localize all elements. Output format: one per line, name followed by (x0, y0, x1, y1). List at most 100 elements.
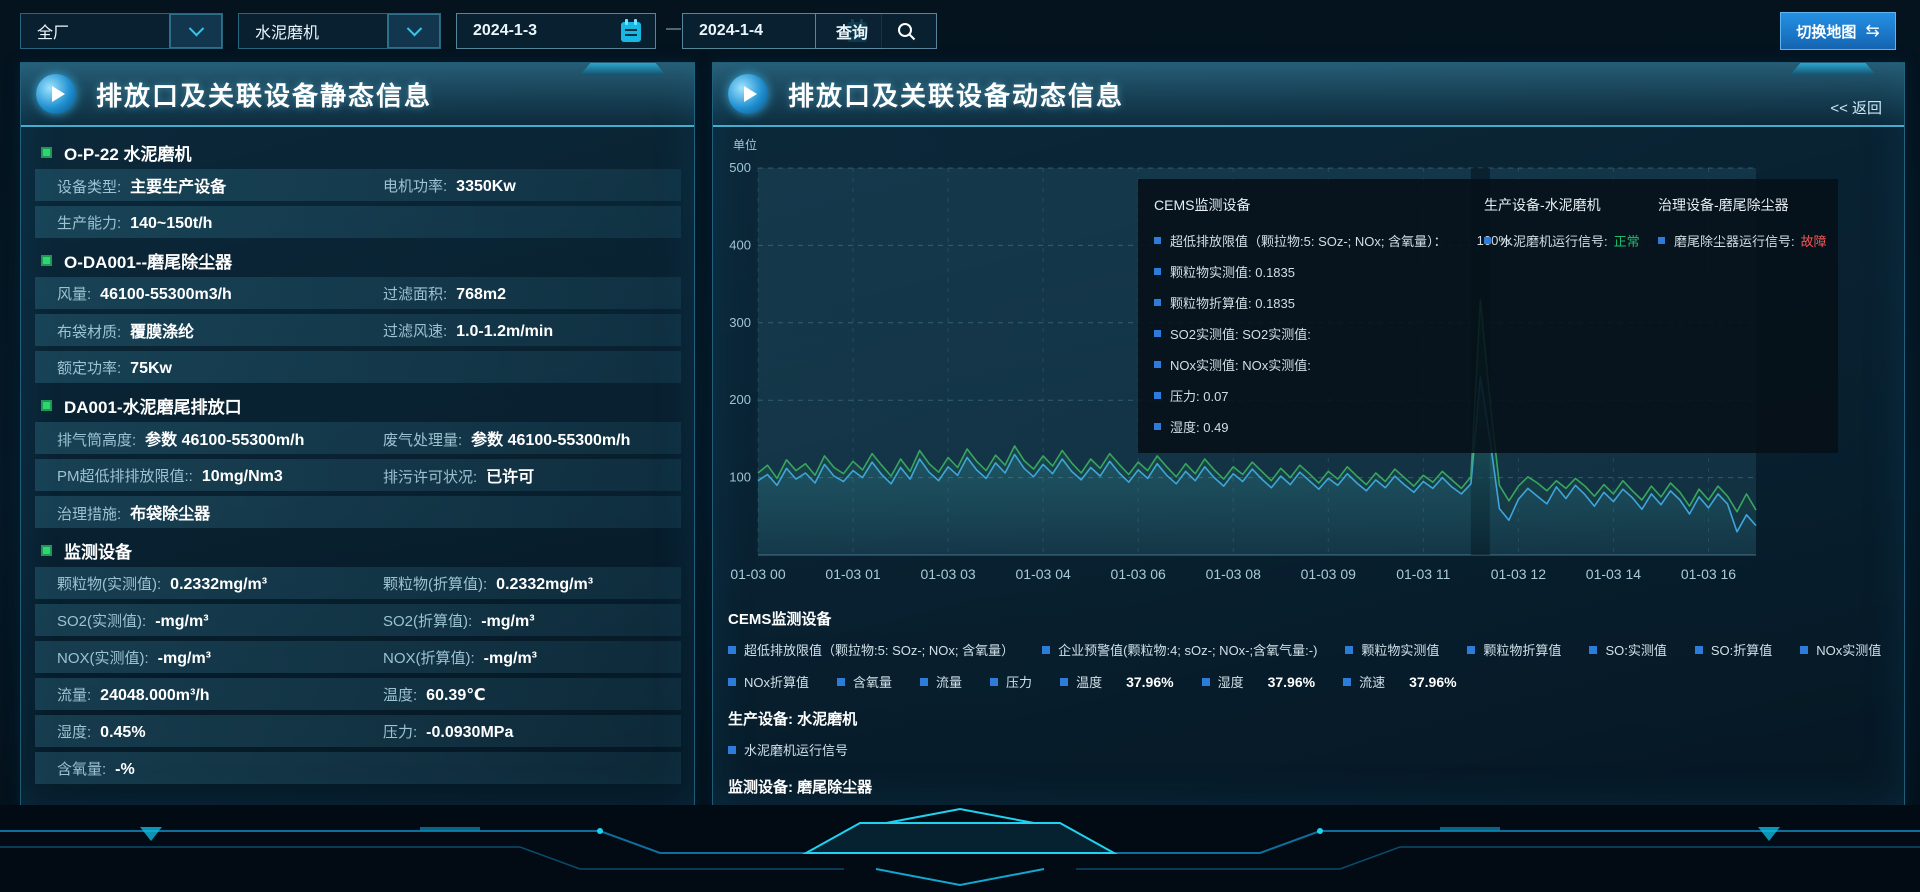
tooltip-treatment-column-title: 治理设备-磨尾除尘器 (1658, 195, 1827, 215)
blue-square-icon (1467, 646, 1475, 654)
section-header: DA001-水泥磨尾排放口 (35, 388, 681, 422)
x-axis-tick: 01-03 09 (1301, 566, 1356, 582)
device-select[interactable]: 水泥磨机 (238, 13, 441, 49)
legend-item[interactable]: 企业预警值(颗粒物:4; sOz-; NOx-;含氧气量:-) (1042, 640, 1317, 659)
green-square-icon (41, 545, 52, 556)
legend-item-label: 颗粒物实测值 (1361, 640, 1439, 659)
back-link[interactable]: << 返回 (1830, 97, 1882, 118)
query-button[interactable]: 查询 (815, 13, 937, 49)
green-square-icon (41, 147, 52, 158)
field: 治理措施:布袋除尘器 (57, 500, 383, 524)
field: NOX(实测值): -mg/m³ (57, 647, 383, 668)
field-label: SO2(折算值): (383, 610, 472, 631)
legend-item[interactable]: 颗粒物实测值 (1345, 640, 1439, 659)
green-square-icon (41, 255, 52, 266)
field: 电机功率: 3350Kw (383, 175, 516, 196)
tooltip-row: 水泥磨机运行信号: 正常 (1484, 231, 1640, 250)
legend-item[interactable]: 流速 37.96% (1343, 672, 1457, 691)
legend-item-label: SO:折算值 (1711, 640, 1772, 659)
table-row: PM超低排排放限值::10mg/Nm3排污许可状况:已许可 (35, 459, 681, 491)
blue-square-icon (1484, 237, 1491, 244)
field-label: 电机功率: (383, 175, 447, 196)
field-label: 排气筒高度: (57, 429, 136, 450)
tooltip-row: 压力: 0.07 (1154, 386, 1510, 405)
static-panel-header: 排放口及关联设备静态信息 (21, 63, 694, 127)
date-range-separator: — (666, 20, 681, 37)
field: SO2(折算值):-mg/m³ (383, 610, 535, 631)
legend-item[interactable]: 含氧量 (837, 672, 892, 691)
table-row: 湿度:0.45%压力:-0.0930MPa (35, 715, 681, 747)
plant-select[interactable]: 全厂 (20, 13, 223, 49)
field-value: 参数 46100-55300m/h (145, 426, 304, 450)
panel-tab-decoration (580, 63, 666, 75)
field: 流量:24048.000m³/h (57, 684, 383, 705)
legend-item-value: 37.96% (1409, 674, 1456, 690)
plant-select-dropdown-button[interactable] (169, 14, 222, 48)
legend-item[interactable]: 温度37.96% (1060, 672, 1174, 691)
blue-square-icon (1154, 268, 1161, 275)
field: 额定功率:75Kw (57, 357, 383, 378)
blue-square-icon (728, 746, 736, 754)
start-date-input[interactable]: 2024-1-3 (456, 13, 656, 49)
field: 风量:46100-55300m3/h (57, 283, 383, 304)
field-value: -0.0930MPa (426, 724, 513, 742)
field-label: PM超低排排放限值:: (57, 465, 193, 486)
play-badge-icon (728, 74, 768, 114)
start-date-value: 2024-1-3 (473, 22, 537, 40)
legend-item[interactable]: 超低排放限值（颗拉物:5: SOz-; NOx; 含氧量） (728, 640, 1014, 659)
legend-item-label: 压力 (1006, 672, 1032, 691)
legend-item[interactable]: 湿度 37.96% (1202, 672, 1316, 691)
table-row: 布袋材质:覆膜涤纶过滤风速:1.0-1.2m/min (35, 314, 681, 346)
legend-item[interactable]: 压力 (990, 672, 1032, 691)
legend-item-label: 温度 (1076, 672, 1102, 691)
field: 排污许可状况:已许可 (383, 463, 534, 487)
legend-item[interactable]: NOx折算值 (728, 672, 809, 691)
field-label: 治理措施: (57, 503, 121, 524)
blue-square-icon (837, 678, 845, 686)
blue-square-icon (1658, 237, 1665, 244)
legend-item[interactable]: SO:实测值 (1589, 640, 1666, 659)
field-label: 过滤风速: (383, 320, 447, 341)
blue-square-icon (728, 678, 736, 686)
field-value: 0.45% (100, 724, 145, 742)
x-axis-tick: 01-03 06 (1111, 566, 1166, 582)
legend-item[interactable]: SO:折算值 (1695, 640, 1772, 659)
field-value: 75Kw (130, 360, 172, 378)
legend-item[interactable]: NOx实测值 (1800, 640, 1881, 659)
legend-monitor-title: 监测设备: 磨尾除尘器 (728, 776, 1898, 797)
section-header-label: O-P-22 水泥磨机 (64, 140, 192, 165)
tooltip-row: 磨尾除尘器运行信号: 故障 (1658, 231, 1827, 250)
device-select-dropdown-button[interactable] (387, 14, 440, 48)
legend-item-label: 湿度 (1218, 672, 1244, 691)
x-axis-tick: 01-03 04 (1016, 566, 1071, 582)
field-label: 布袋材质: (57, 321, 121, 342)
legend-item-label: 流速 (1359, 672, 1385, 691)
legend-row-1: 超低排放限值（颗拉物:5: SOz-; NOx; 含氧量） 企业预警值(颗粒物:4… (728, 640, 1898, 659)
tooltip-row: 超低排放限值（颗拉物:5: SOz-; NOx; 含氧量）：100% (1154, 231, 1510, 250)
x-axis-tick: 01-03 01 (825, 566, 880, 582)
y-axis-tick: 300 (729, 315, 751, 330)
legend-item-value: 37.96% (1268, 674, 1315, 690)
switch-map-button[interactable]: 切换地图 ⇆ (1780, 12, 1896, 50)
field-value: 140~150t/h (130, 215, 212, 233)
field-value: -mg/m³ (158, 650, 211, 668)
tooltip-row-label: 颗粒物折算值: 0.1835 (1170, 293, 1295, 312)
section-header: 监测设备 (35, 533, 681, 567)
field: 颗粒物(实测值):0.2332mg/m³ (57, 573, 383, 594)
legend-item[interactable]: 流量 (920, 672, 962, 691)
field: 生产能力:140~150t/h (57, 212, 383, 233)
field-label: NOX(实测值): (57, 647, 149, 668)
field-value: -mg/m³ (484, 650, 537, 668)
legend-item[interactable]: 水泥磨机运行信号 (728, 740, 848, 759)
field-label: 风量: (57, 283, 91, 304)
field-label: 废气处理量: (383, 429, 462, 450)
table-row: 设备类型:主要生产设备电机功率:3350Kw (35, 169, 681, 201)
blue-square-icon (1154, 237, 1161, 244)
field-value: 768m2 (456, 286, 506, 304)
legend-item[interactable]: 颗粒物折算值 (1467, 640, 1561, 659)
section-header: O-P-22 水泥磨机 (35, 135, 681, 169)
field: 过滤风速:1.0-1.2m/min (383, 320, 553, 341)
field-label: 流量: (57, 684, 91, 705)
tooltip-production-column-title: 生产设备-水泥磨机 (1484, 195, 1640, 215)
field-value: 3350Kw (456, 178, 516, 196)
